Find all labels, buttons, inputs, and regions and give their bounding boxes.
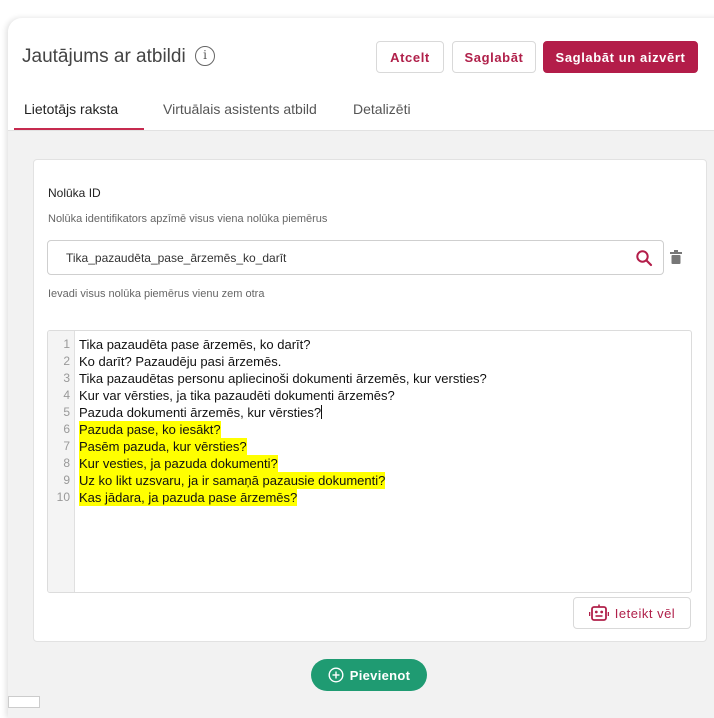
examples-editor[interactable]: 1 Tika pazaudēta pase ārzemēs, ko darīt?… xyxy=(47,330,692,593)
tab-user-writes[interactable]: Lietotājs raksta xyxy=(24,98,118,130)
intent-id-label: Nolūka ID xyxy=(48,186,101,200)
save-and-close-button[interactable]: Saglabāt un aizvērt xyxy=(543,41,698,73)
example-text-highlighted: Pasēm pazuda, kur vērsties? xyxy=(79,438,247,455)
tab-assistant-answers[interactable]: Virtuālais asistents atbild xyxy=(163,98,317,130)
example-text-highlighted: Kur vesties, ja pazuda dokumenti? xyxy=(79,455,278,472)
dialog-title: Jautājums ar atbildi xyxy=(22,46,186,67)
trash-icon[interactable] xyxy=(670,250,682,264)
intent-id-value: Tika_pazaudēta_pase_ārzemēs_ko_darīt xyxy=(66,251,287,265)
intent-panel: Nolūka ID Nolūka identifikators apzīmē v… xyxy=(33,159,707,642)
example-text: Ko darīt? Pazaudēju pasi ārzemēs. xyxy=(79,354,282,369)
line-number: 3 xyxy=(63,371,70,385)
suggest-more-label: Ieteikt vēl xyxy=(614,605,676,621)
tab-details[interactable]: Detalizēti xyxy=(353,98,411,130)
example-text-highlighted: Pazuda pase, ko iesākt? xyxy=(79,421,221,438)
search-icon[interactable] xyxy=(635,249,653,267)
bottom-edge-tab xyxy=(8,696,40,708)
text-caret xyxy=(321,405,323,419)
add-button-label: Pievienot xyxy=(349,667,411,683)
info-icon[interactable]: i xyxy=(195,46,215,66)
example-text-with-caret: Pazuda dokumenti ārzemēs, kur vērsties? xyxy=(79,404,323,421)
dialog-header: Jautājums ar atbildi i Atcelt Saglabāt S… xyxy=(8,18,714,98)
intent-id-field[interactable]: Tika_pazaudēta_pase_ārzemēs_ko_darīt xyxy=(47,240,664,275)
save-button[interactable]: Saglabāt xyxy=(452,41,536,73)
suggest-more-button[interactable]: Ieteikt vēl xyxy=(573,597,691,629)
intent-id-hint: Nolūka identifikators apzīmē visus viena… xyxy=(48,213,328,225)
line-number: 2 xyxy=(63,354,70,368)
line-number: 10 xyxy=(56,490,70,504)
line-number: 9 xyxy=(63,473,70,487)
active-tab-indicator xyxy=(14,128,144,130)
line-number: 5 xyxy=(63,405,70,419)
example-text: Tika pazaudēta pase ārzemēs, ko darīt? xyxy=(79,337,311,352)
add-button[interactable]: Pievienot xyxy=(311,659,427,691)
example-text: Kur var vērsties, ja tika pazaudēti doku… xyxy=(79,388,395,403)
example-text: Pazuda dokumenti ārzemēs, kur vērsties? xyxy=(79,405,322,420)
line-number: 8 xyxy=(63,456,70,470)
line-number: 7 xyxy=(63,439,70,453)
tab-bar: Lietotājs raksta Virtuālais asistents at… xyxy=(8,98,714,131)
cancel-button[interactable]: Atcelt xyxy=(376,41,444,73)
plus-circle-icon xyxy=(328,667,344,683)
line-number: 4 xyxy=(63,388,70,402)
example-text-highlighted: Uz ko likt uzsvaru, ja ir samaņā pazausi… xyxy=(79,472,386,489)
example-text: Tika pazaudētas personu apliecinoši doku… xyxy=(79,371,487,386)
dialog: Jautājums ar atbildi i Atcelt Saglabāt S… xyxy=(8,18,714,718)
line-number: 6 xyxy=(63,422,70,436)
robot-icon xyxy=(588,604,609,621)
examples-hint: Ievadi visus nolūka piemērus vienu zem o… xyxy=(48,288,265,300)
line-number: 1 xyxy=(63,337,70,351)
example-text-highlighted: Kas jādara, ja pazuda pase ārzemēs? xyxy=(79,489,298,506)
